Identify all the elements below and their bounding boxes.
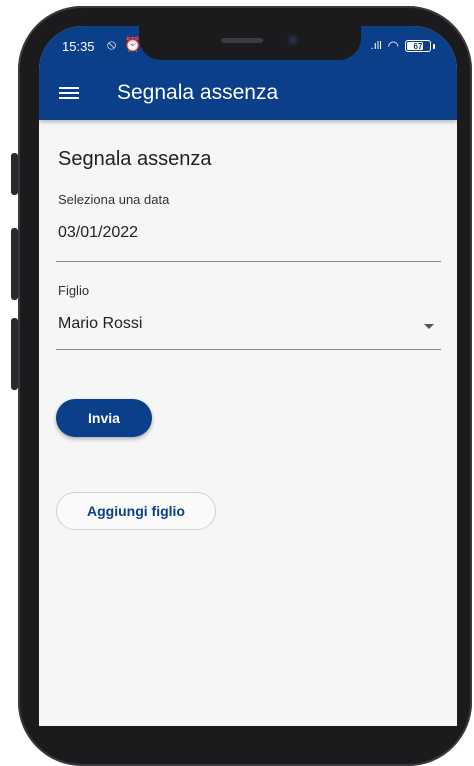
page-title: Segnala assenza	[58, 148, 212, 170]
notification-icons: ⦸ ⏰	[107, 36, 144, 52]
battery-tip	[433, 43, 435, 49]
app-bar: Segnala assenza	[39, 68, 457, 120]
wifi-icon: ◠	[387, 38, 399, 53]
battery-icon: 67	[405, 40, 431, 52]
app-bar-title: Segnala assenza	[117, 81, 279, 104]
date-field-underline	[56, 261, 441, 262]
add-child-button[interactable]: Aggiungi figlio	[56, 492, 216, 530]
child-field-label: Figlio	[58, 283, 90, 298]
battery-level: 67	[413, 42, 423, 51]
status-bar: 15:35 ⦸ ⏰ .ıll ◠ 67	[39, 26, 457, 68]
phone-volume-down-button	[11, 318, 18, 390]
submit-button[interactable]: Invia	[56, 399, 152, 437]
hamburger-menu-icon[interactable]	[59, 84, 79, 104]
signal-icon: .ıll	[370, 40, 382, 52]
form-content: Segnala assenza Seleziona una data 03/01…	[39, 120, 457, 726]
dropdown-arrow-icon[interactable]	[424, 324, 434, 329]
speaker-grille	[221, 38, 263, 43]
front-camera-icon	[287, 34, 299, 46]
child-select-underline	[56, 349, 441, 350]
status-time: 15:35	[62, 39, 95, 54]
date-field-label: Seleziona una data	[58, 192, 170, 207]
camera-notch	[139, 26, 361, 60]
phone-side-button	[11, 153, 18, 195]
phone-screen: 15:35 ⦸ ⏰ .ıll ◠ 67 Segnala assenza Segn…	[39, 26, 457, 726]
phone-volume-up-button	[11, 228, 18, 300]
status-icons-right: .ıll ◠ 67	[371, 38, 435, 54]
date-field[interactable]: 03/01/2022	[58, 224, 138, 242]
child-select[interactable]: Mario Rossi	[58, 315, 142, 333]
